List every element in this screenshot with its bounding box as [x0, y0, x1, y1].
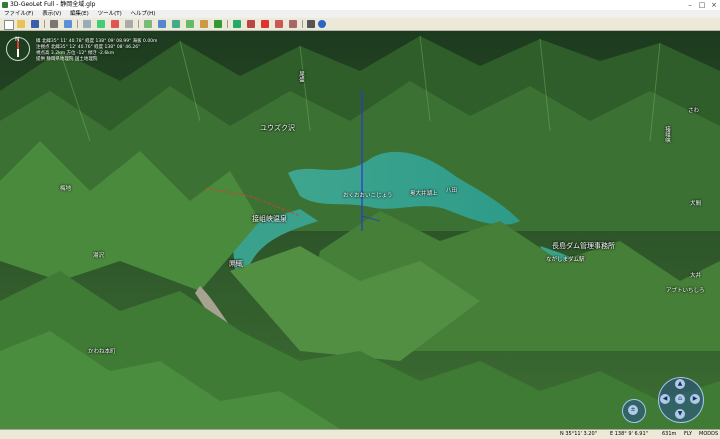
place-label[interactable]: 尾盛	[297, 71, 305, 82]
menu-edit[interactable]: 編集(E)	[70, 10, 89, 18]
window-title: 3D-GeoLet Full - 静岡全域.glp	[10, 1, 96, 8]
minimize-icon[interactable]: –	[684, 0, 696, 10]
place-label[interactable]: アプトいちしろ	[666, 286, 705, 294]
move-icon[interactable]	[97, 20, 105, 28]
hud-line: 提供 静岡県地理院 国土地理院	[36, 57, 98, 62]
place-label[interactable]: 奥大井湖上	[410, 189, 438, 197]
measure-icon[interactable]	[275, 20, 283, 28]
zoom-icon[interactable]: ±	[628, 405, 638, 415]
app-icon	[2, 2, 8, 8]
nav-home-icon[interactable]: ⌂	[675, 394, 685, 404]
place-label[interactable]: 長島ダム管理事務所	[552, 241, 615, 251]
rotate-icon[interactable]	[111, 20, 119, 28]
menu-file[interactable]: ファイル(F)	[4, 10, 33, 18]
place-label[interactable]: 八田	[446, 186, 457, 194]
chart-icon[interactable]	[214, 20, 222, 28]
layer-icon[interactable]	[125, 20, 133, 28]
place-label[interactable]: 大井	[690, 271, 701, 279]
maximize-icon[interactable]: □	[696, 0, 708, 10]
nav-down-icon[interactable]: ▼	[675, 409, 685, 419]
search-icon[interactable]	[289, 20, 297, 28]
place-label[interactable]: ながしまダム駅	[546, 255, 585, 263]
flag-icon[interactable]	[261, 20, 269, 28]
nav-right-icon[interactable]: ▶	[690, 394, 700, 404]
open-folder-icon[interactable]	[17, 20, 25, 28]
coordinate-readout: 緯 北緯35° 11' 40.78" 経度 138° 09' 08.99" 海抜…	[36, 39, 186, 63]
terrain-icon[interactable]	[144, 20, 152, 28]
pin-icon[interactable]	[247, 20, 255, 28]
place-label[interactable]: ユウズク沢	[260, 123, 295, 133]
close-icon[interactable]: ×	[708, 0, 720, 10]
place-label[interactable]: 接岨峡	[663, 126, 671, 143]
place-label[interactable]: 犬間	[690, 199, 701, 207]
menu-help[interactable]: ヘルプ(H)	[130, 10, 155, 18]
place-label[interactable]: 接岨峡温泉	[252, 214, 287, 224]
nav-left-icon[interactable]: ◀	[660, 394, 670, 404]
place-label[interactable]: 梅地	[60, 184, 71, 192]
compass-icon[interactable]: N	[6, 37, 30, 61]
help-icon[interactable]	[318, 20, 326, 28]
place-label[interactable]: かわね本町	[88, 347, 116, 355]
toolbar	[0, 18, 720, 31]
new-file-icon[interactable]	[4, 20, 14, 30]
place-label[interactable]: 資料	[230, 259, 241, 267]
water-icon[interactable]	[158, 20, 166, 28]
menu-tools[interactable]: ツール(T)	[98, 10, 122, 18]
place-label[interactable]: 湯沢	[93, 251, 104, 259]
copy-icon[interactable]	[83, 20, 91, 28]
place-label[interactable]: さわ	[688, 106, 699, 114]
menu-view[interactable]: 表示(V)	[42, 10, 61, 18]
photo-icon[interactable]	[186, 20, 194, 28]
settings-icon[interactable]	[307, 20, 315, 28]
preview-icon[interactable]	[64, 20, 72, 28]
nav-up-icon[interactable]: ▲	[675, 379, 685, 389]
route-icon[interactable]	[200, 20, 208, 28]
navigation-control: ▲ ▼ ◀ ▶ ⌂ ±	[618, 373, 716, 425]
save-icon[interactable]	[31, 20, 39, 28]
terrain-render	[0, 31, 720, 429]
print-icon[interactable]	[50, 20, 58, 28]
mountain-icon[interactable]	[233, 20, 241, 28]
place-label[interactable]: おくおおいこじょう	[343, 191, 393, 199]
menu-bar: ファイル(F) 表示(V) 編集(E) ツール(T) ヘルプ(H)	[0, 10, 720, 18]
terrain-3d-view[interactable]: N 緯 北緯35° 11' 40.78" 経度 138° 09' 08.99" …	[0, 31, 720, 429]
map-icon[interactable]	[172, 20, 180, 28]
